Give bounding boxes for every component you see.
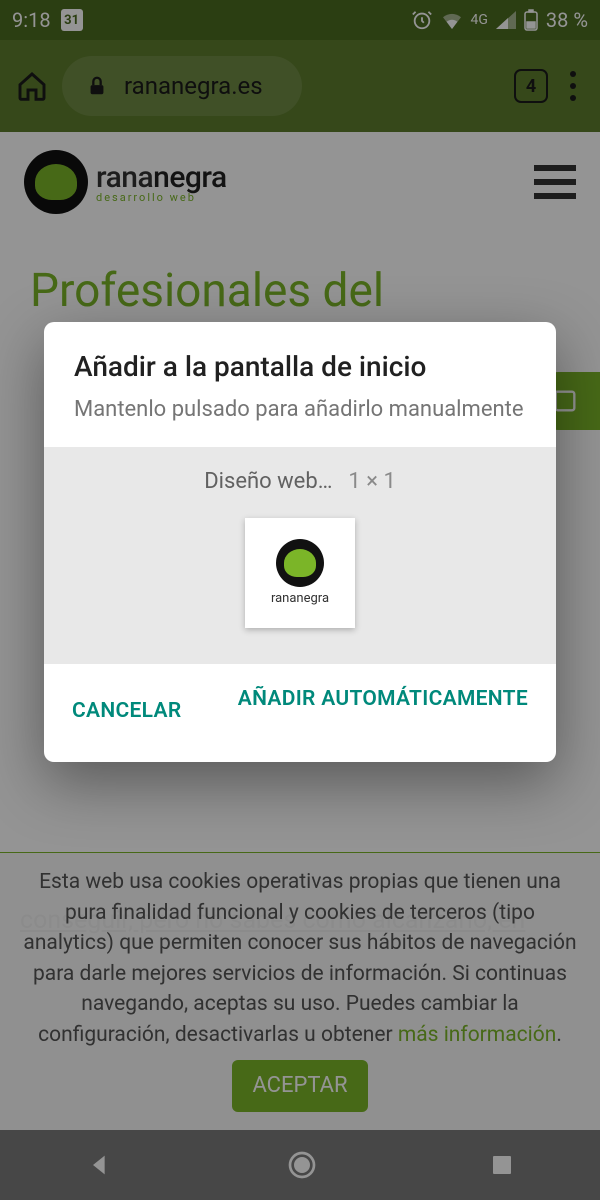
cancel-button[interactable]: CANCELAR: [68, 684, 185, 738]
dialog-subtitle: Mantenlo pulsado para añadirlo manualmen…: [74, 395, 526, 425]
dialog-preview-area[interactable]: Diseño web… 1 × 1 rananegra: [44, 447, 556, 664]
shortcut-icon-preview[interactable]: rananegra: [245, 518, 355, 628]
add-to-homescreen-dialog: Añadir a la pantalla de inicio Mantenlo …: [44, 322, 556, 762]
shortcut-size: 1 × 1: [348, 469, 395, 494]
frog-icon: [276, 539, 324, 587]
add-automatically-button[interactable]: AÑADIR AUTOMÁTICAMENTE: [185, 684, 532, 738]
tile-label: rananegra: [271, 591, 329, 606]
shortcut-name: Diseño web…: [204, 469, 332, 494]
dialog-title: Añadir a la pantalla de inicio: [74, 350, 526, 383]
